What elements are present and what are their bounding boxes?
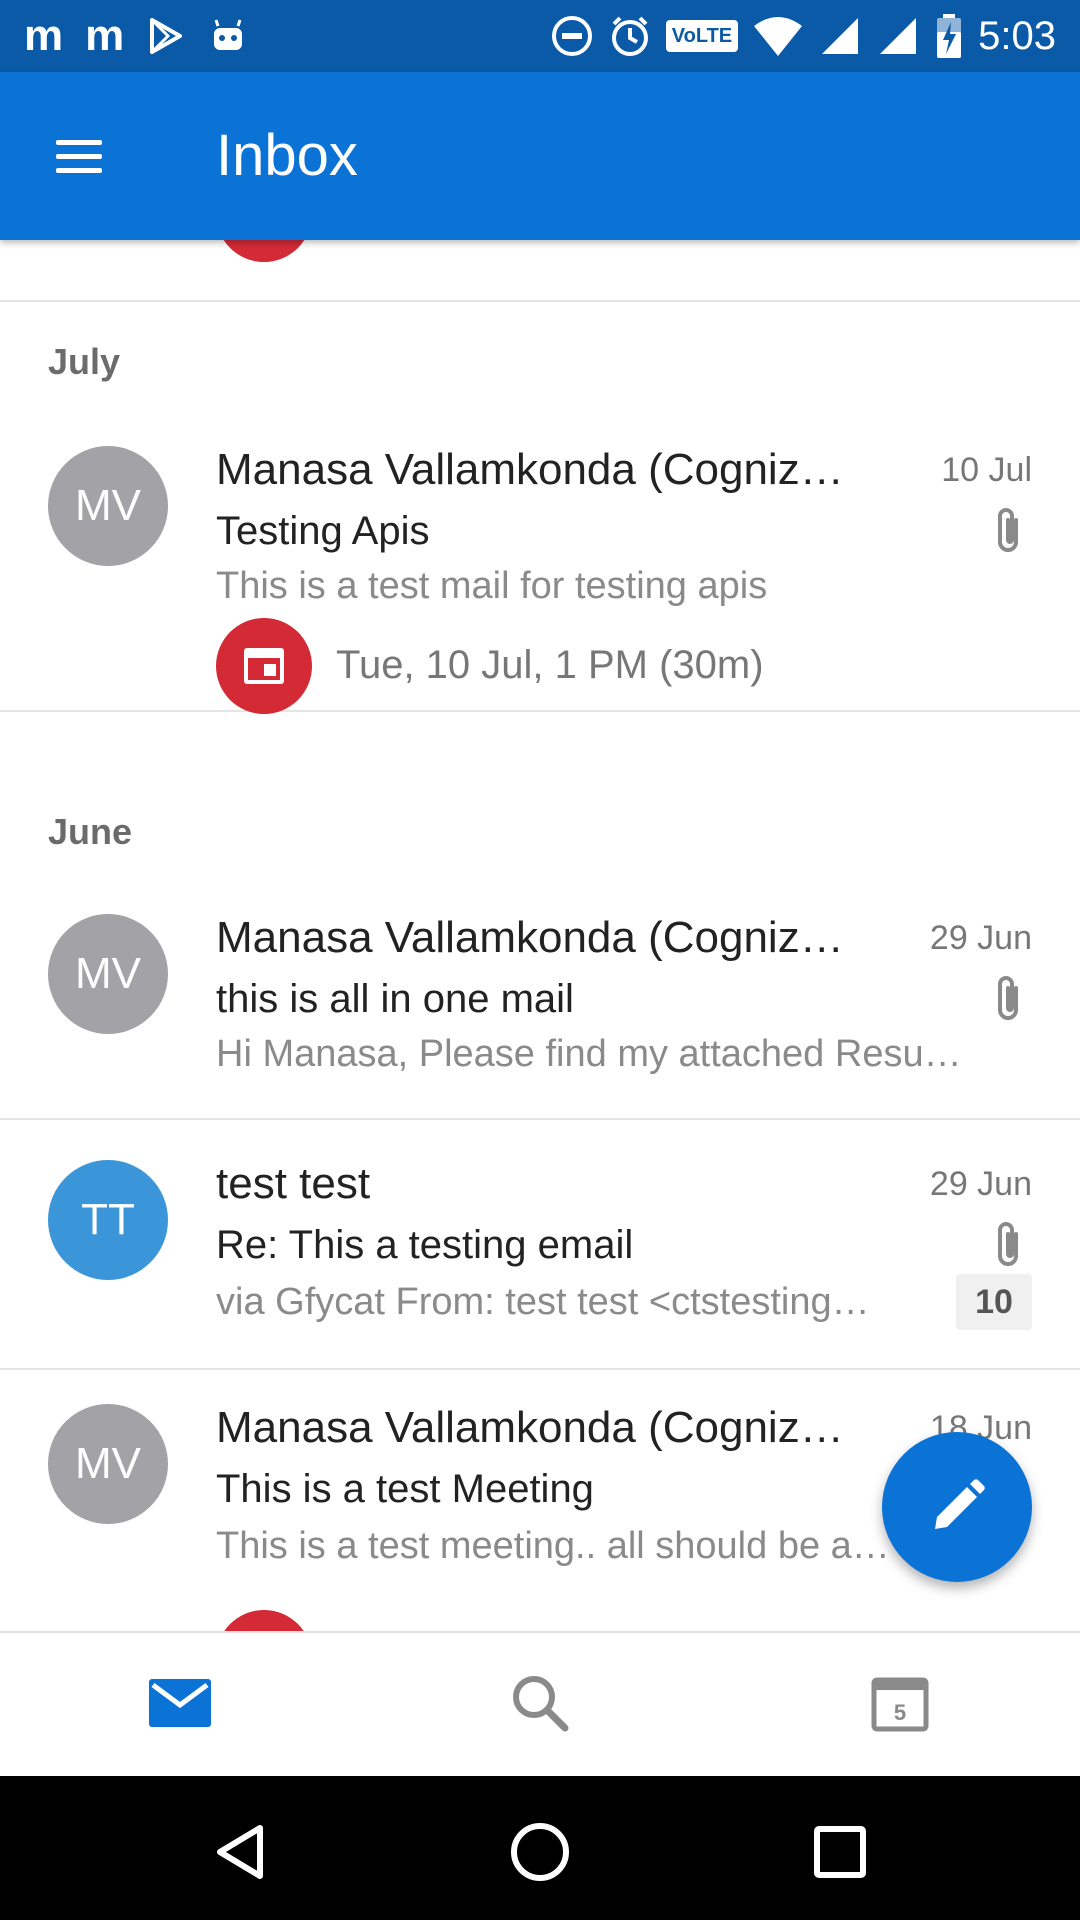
email-sender: test test [216, 1159, 371, 1208]
android-icon [214, 19, 243, 50]
alarm-icon [611, 16, 648, 56]
section-header-june: June [48, 811, 133, 852]
status-bar: m m VoLTE 5:03 [0, 0, 1080, 72]
paperclip-icon [998, 1222, 1018, 1266]
email-preview: via Gfycat From: test test <ctstesting… [216, 1281, 870, 1323]
tab-mail[interactable] [135, 1663, 225, 1743]
search-icon [513, 1676, 569, 1732]
back-button[interactable] [200, 1812, 280, 1892]
tab-calendar[interactable]: 5 [855, 1663, 945, 1743]
email-sender: Manasa Vallamkonda (Cogniz… [216, 1403, 844, 1452]
email-preview: Hi Manasa, Please find my attached Resu… [216, 1033, 962, 1075]
email-subject: Re: This a testing email [216, 1223, 634, 1267]
pencil-icon [935, 1479, 985, 1529]
email-list-item[interactable]: MV Manasa Vallamkonda (Cogniz… 29 Jun th… [0, 890, 1080, 1120]
volte-badge: VoLTE [665, 20, 739, 52]
bottom-tab-bar: 5 [0, 1631, 1080, 1776]
system-navigation-bar [0, 1776, 1080, 1920]
partially-visible-list-item[interactable] [0, 240, 1080, 302]
email-subject: This is a test Meeting [216, 1467, 594, 1511]
app-notification-icon: m [85, 11, 125, 60]
calendar-event-icon [216, 1610, 312, 1631]
email-list-item[interactable]: MV Manasa Vallamkonda (Cogniz… 10 Jul Te… [0, 422, 1080, 714]
email-subject: this is all in one mail [216, 977, 574, 1021]
outlook-inbox-screen: m m VoLTE 5:03 Inbox July MV Manasa Vall… [0, 0, 1080, 1920]
app-bar: Inbox [0, 72, 1080, 240]
play-store-icon [150, 18, 183, 54]
battery-charging-icon [937, 14, 962, 58]
email-sender: Manasa Vallamkonda (Cogniz… [216, 913, 844, 962]
home-button[interactable] [500, 1812, 580, 1892]
back-triangle-icon [217, 1825, 263, 1879]
email-date: 10 Jul [941, 451, 1032, 489]
event-time: Tue, 10 Jul, 1 PM (30m) [336, 643, 764, 687]
compose-button[interactable] [882, 1432, 1032, 1582]
calendar-day-number: 5 [894, 1700, 906, 1725]
calendar-event-icon [216, 618, 312, 714]
page-title: Inbox [216, 123, 358, 188]
signal-icon [880, 18, 917, 54]
email-subject: Testing Apis [216, 509, 430, 553]
section-header-july: July [48, 341, 121, 382]
email-list-item[interactable]: TT test test 29 Jun Re: This a testing e… [0, 1120, 1080, 1370]
status-right-icons: VoLTE 5:03 [550, 8, 1056, 64]
email-list[interactable]: July MV Manasa Vallamkonda (Cogniz… 10 J… [0, 240, 1080, 1631]
avatar: MV [48, 914, 168, 1034]
do-not-disturb-icon [551, 16, 592, 56]
paperclip-icon [998, 976, 1018, 1020]
mail-icon [149, 1679, 211, 1727]
wifi-icon [754, 17, 803, 56]
email-preview: This is a test mail for testing apis [216, 565, 768, 607]
status-left-icons: m m [24, 10, 248, 62]
app-notification-icon: m [24, 11, 64, 60]
recents-button[interactable] [800, 1812, 880, 1892]
avatar: MV [48, 446, 168, 566]
email-date: 29 Jun [929, 1165, 1032, 1203]
calendar-icon: 5 [871, 1677, 929, 1732]
recents-square-icon [814, 1826, 866, 1878]
paperclip-icon [998, 508, 1018, 552]
home-circle-icon [511, 1823, 569, 1881]
tab-search[interactable] [495, 1663, 585, 1743]
hamburger-icon[interactable] [44, 130, 114, 182]
signal-icon [822, 18, 859, 54]
email-sender: Manasa Vallamkonda (Cogniz… [216, 445, 844, 494]
calendar-event-icon [216, 240, 312, 262]
avatar: TT [48, 1160, 168, 1280]
email-date: 29 Jun [929, 919, 1032, 957]
thread-count-badge: 10 [956, 1274, 1032, 1330]
clock-time: 5:03 [978, 14, 1056, 58]
avatar: MV [48, 1404, 168, 1524]
